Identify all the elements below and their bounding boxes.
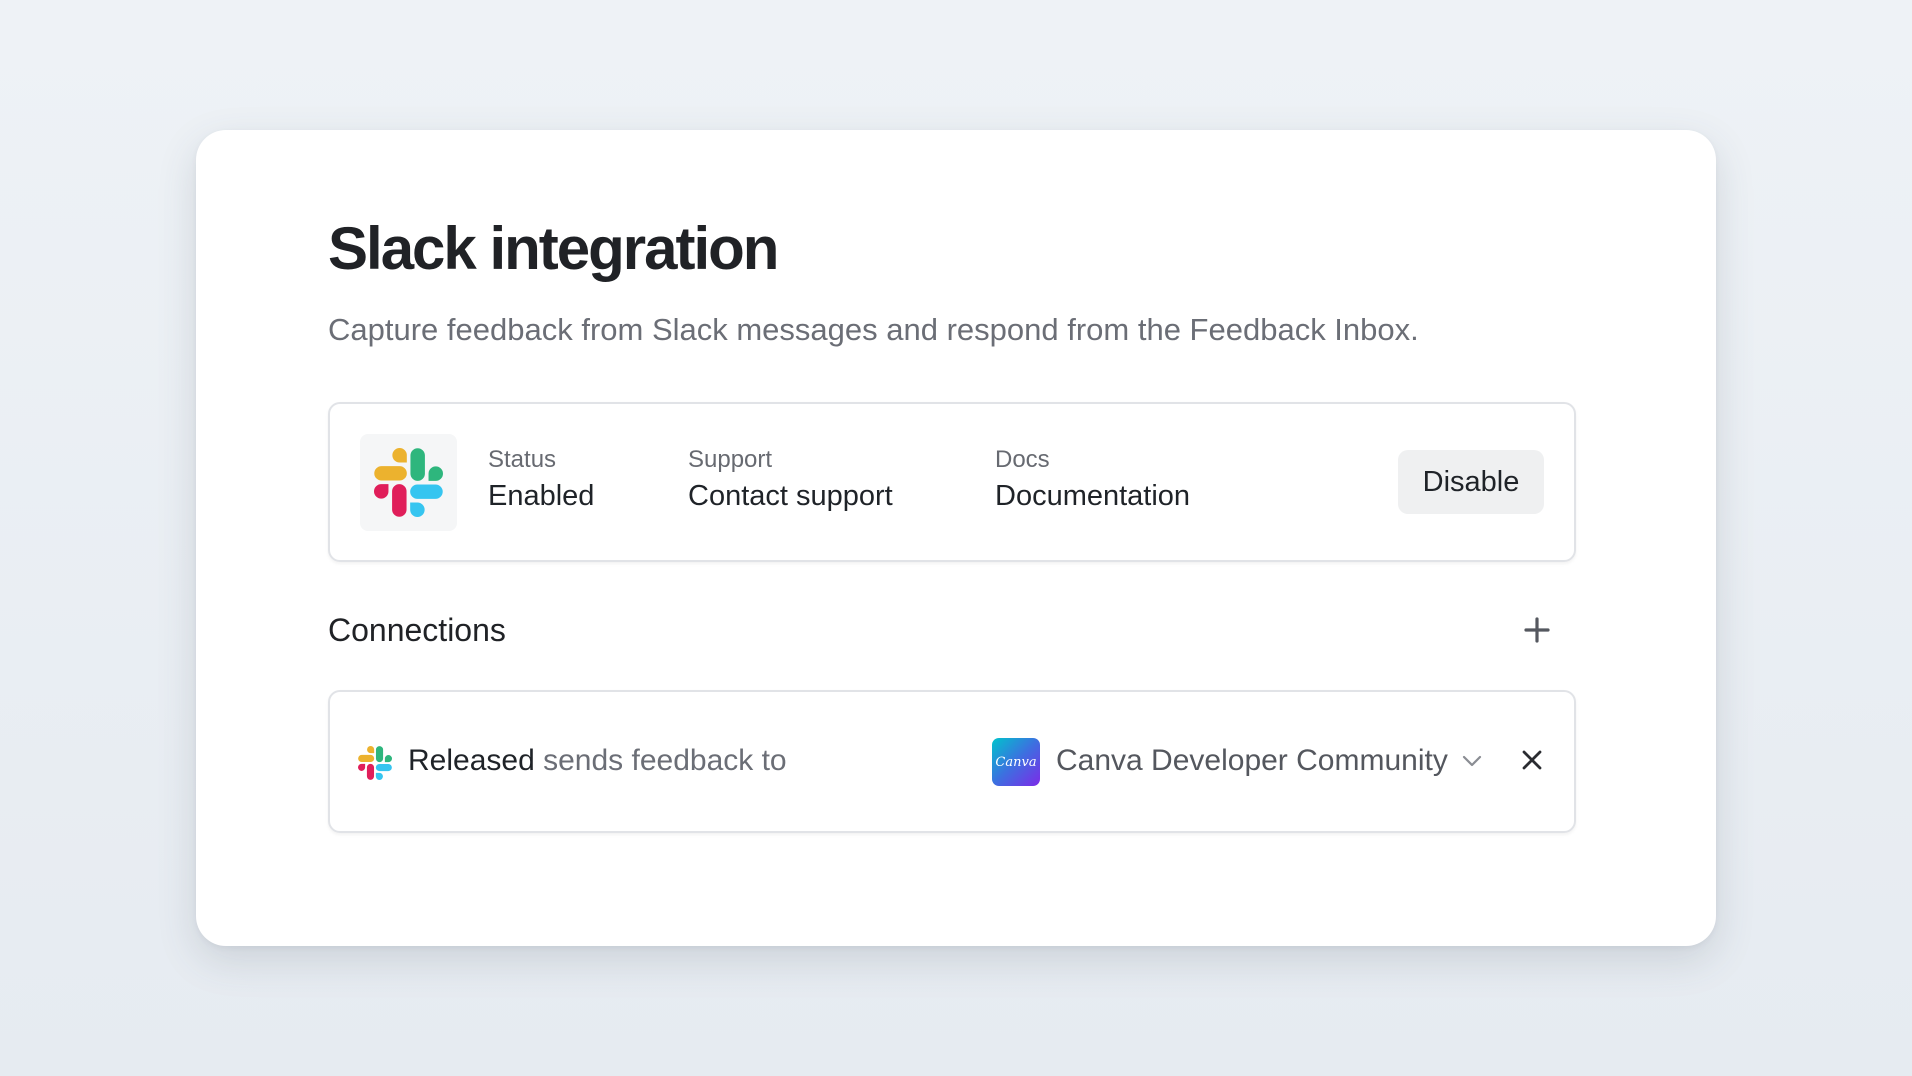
docs-label: Docs <box>995 446 1050 473</box>
support-label: Support <box>688 446 773 473</box>
connection-description: Released sends feedback to <box>408 744 787 778</box>
integration-info-panel: Status Enabled Support Contact support D… <box>328 402 1576 562</box>
remove-connection-button[interactable] <box>1516 744 1548 776</box>
connection-row: Released sends feedback to Canva Canva D… <box>328 690 1576 833</box>
contact-support-link[interactable]: Contact support <box>688 480 893 513</box>
docs-field: Docs Documentation <box>995 446 1190 513</box>
target-community-select[interactable]: Canva Developer Community <box>1056 744 1482 778</box>
canva-logo: Canva <box>992 738 1040 786</box>
integration-card: Slack integration Capture feedback from … <box>196 130 1716 946</box>
status-label: Status <box>488 446 557 473</box>
support-field: Support Contact support <box>688 446 893 513</box>
slack-logo-icon <box>360 434 457 531</box>
chevron-down-icon <box>1462 755 1481 767</box>
connector-text: sends feedback to <box>543 744 787 777</box>
status-field: Status Enabled <box>488 446 594 513</box>
plus-icon <box>1524 617 1550 643</box>
page-subtitle: Capture feedback from Slack messages and… <box>328 312 1419 347</box>
slack-logo-icon <box>358 746 392 785</box>
target-community-name: Canva Developer Community <box>1056 744 1448 777</box>
source-channel-name: Released <box>408 744 535 777</box>
page-title: Slack integration <box>328 215 779 282</box>
disable-button[interactable]: Disable <box>1398 450 1544 514</box>
add-connection-button[interactable] <box>1515 608 1559 652</box>
close-icon <box>1522 750 1542 770</box>
documentation-link[interactable]: Documentation <box>995 480 1190 513</box>
connections-title: Connections <box>328 612 506 648</box>
status-value: Enabled <box>488 480 595 512</box>
